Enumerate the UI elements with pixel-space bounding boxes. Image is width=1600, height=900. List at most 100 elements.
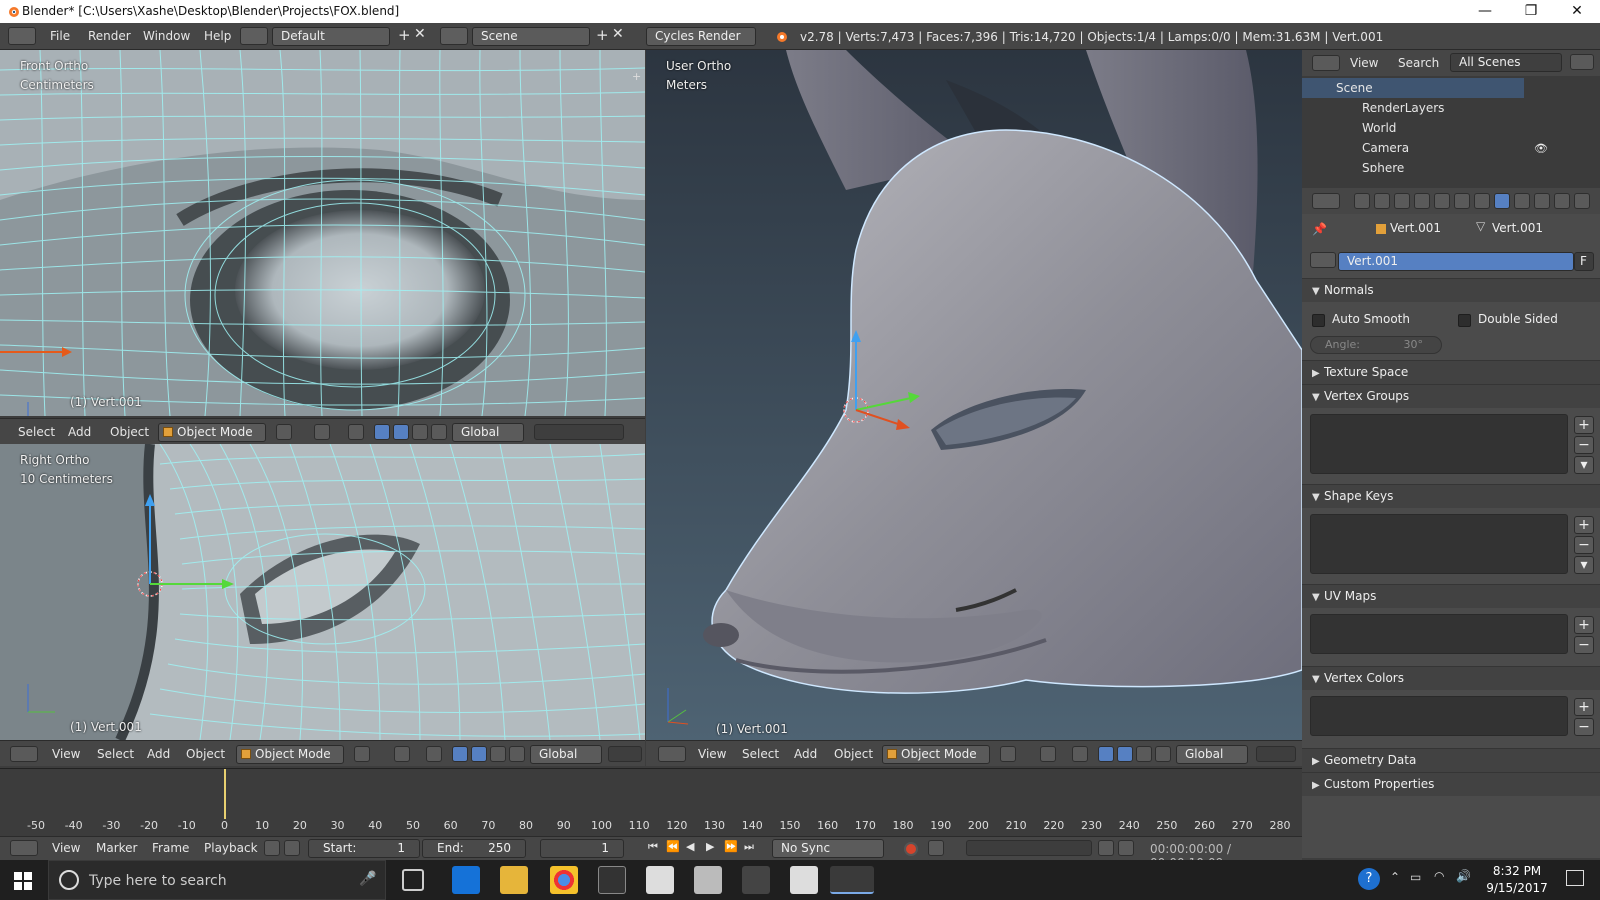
double-sided-checkbox[interactable] [1458,314,1471,327]
menu-help[interactable]: Help [204,29,231,43]
panel-uv-maps[interactable]: ▼ UV Maps [1302,584,1600,608]
auto-smooth-checkbox[interactable] [1312,314,1325,327]
outliner-item-scene[interactable]: Scene [1302,78,1524,98]
menu-add[interactable]: Add [147,747,170,761]
shape-keys-list[interactable] [1310,514,1568,574]
editor-type-icon[interactable] [1312,55,1340,71]
visibility-eye-icon[interactable]: 👁 [1534,142,1548,155]
volume-icon[interactable]: 🔊 [1456,869,1471,883]
uv-maps-list[interactable] [1310,614,1568,654]
shading-icon[interactable] [1000,746,1016,762]
tab-world-icon[interactable] [1414,193,1430,209]
mode-select[interactable]: Object Mode [158,423,266,442]
snap-icon[interactable] [431,424,447,440]
vertex-color-remove-button[interactable]: − [1574,718,1594,736]
layout-field[interactable]: Default [272,27,390,46]
start-frame-field[interactable]: Start: 1 [308,839,420,858]
rotate-icon[interactable] [393,424,409,440]
menu-add[interactable]: Add [68,425,91,439]
shape-key-specials-button[interactable]: ▾ [1574,556,1594,574]
tab-material-icon[interactable] [1514,193,1530,209]
tab-scene-icon[interactable] [1394,193,1410,209]
transform-orientation-select[interactable]: Global [530,745,602,764]
manipulator-icon[interactable] [426,746,442,762]
clock-time[interactable]: 8:32 PM [1486,864,1548,878]
scene-icon[interactable] [440,27,468,45]
outliner-item-camera[interactable]: Camera [1302,138,1592,158]
menu-object[interactable]: Object [186,747,225,761]
mail-icon[interactable] [790,866,818,894]
current-frame-field[interactable]: 1 [540,839,624,858]
editor-type-icon[interactable] [658,746,686,762]
wifi-icon[interactable]: ◠ [1434,869,1444,883]
record-icon[interactable] [904,842,918,856]
prev-keyframe-icon[interactable]: ⏪ [666,840,680,853]
close-button[interactable]: ✕ [1554,0,1600,23]
viewport-corner-icon[interactable]: + [632,70,641,83]
insert-keyframe-icon[interactable] [1098,840,1114,856]
menu-view[interactable]: View [52,747,80,761]
editor-type-icon[interactable] [10,746,38,762]
menu-select[interactable]: Select [18,425,55,439]
pivot-icon[interactable] [394,746,410,762]
preview-range-icon[interactable] [264,840,280,856]
menu-marker[interactable]: Marker [96,841,137,855]
active-keying-set-field[interactable] [966,840,1092,856]
windows-start-icon[interactable] [14,872,32,890]
scale-icon[interactable] [490,746,506,762]
sync-mode-select[interactable]: No Sync [772,839,884,858]
search-icon[interactable] [1570,54,1594,70]
pin-icon[interactable]: 📌 [1312,222,1327,236]
mesh-name-field[interactable]: Vert.001 [1338,252,1574,271]
tab-constraints-icon[interactable] [1454,193,1470,209]
editor-type-icon[interactable] [8,27,36,45]
panel-shape-keys[interactable]: ▼ Shape Keys [1302,484,1600,508]
scale-icon[interactable] [412,424,428,440]
shape-key-add-button[interactable]: + [1574,516,1594,534]
translate-icon[interactable] [374,424,390,440]
render-engine-select[interactable]: Cycles Render [646,27,756,46]
angle-field[interactable]: Angle: 30° [1310,336,1442,354]
menu-object[interactable]: Object [834,747,873,761]
minimize-button[interactable]: — [1462,0,1508,23]
editor-type-icon[interactable] [10,840,38,856]
action-center-icon[interactable] [1566,870,1584,886]
vertex-color-add-button[interactable]: + [1574,698,1594,716]
tab-render-icon[interactable] [1354,193,1370,209]
uv-map-add-button[interactable]: + [1574,616,1594,634]
menu-playback[interactable]: Playback [204,841,258,855]
menu-frame[interactable]: Frame [152,841,189,855]
pivot-icon[interactable] [314,424,330,440]
remove-layout-icon[interactable]: ✕ [414,26,426,42]
outliner-filter-select[interactable]: All Scenes [1450,53,1562,72]
snap-icon[interactable] [509,746,525,762]
rotate-icon[interactable] [1117,746,1133,762]
mode-select[interactable]: Object Mode [882,745,990,764]
menu-add[interactable]: Add [794,747,817,761]
outliner-item-renderlayers[interactable]: RenderLayers [1302,98,1592,118]
delete-keyframe-icon[interactable] [1118,840,1134,856]
vertex-group-add-button[interactable]: + [1574,416,1594,434]
snap-icon[interactable] [1155,746,1171,762]
vertex-colors-list[interactable] [1310,696,1568,736]
add-layout-icon[interactable]: + [398,26,411,44]
shape-key-remove-button[interactable]: − [1574,536,1594,554]
play-icon[interactable]: ▶ [706,840,714,853]
keying-set-icon[interactable] [928,840,944,856]
menu-render[interactable]: Render [88,29,131,43]
scale-icon[interactable] [1136,746,1152,762]
outliner-item-world[interactable]: World [1302,118,1592,138]
layers-grid[interactable] [608,746,642,762]
screen-layout-icon[interactable] [240,27,268,45]
vertex-groups-list[interactable] [1310,414,1568,474]
outliner-menu-search[interactable]: Search [1398,56,1439,70]
add-scene-icon[interactable]: + [596,26,609,44]
mode-select[interactable]: Object Mode [236,745,344,764]
menu-file[interactable]: File [50,29,70,43]
outliner-menu-view[interactable]: View [1350,56,1378,70]
remove-scene-icon[interactable]: ✕ [612,26,624,42]
panel-normals[interactable]: ▼ Normals [1302,278,1600,302]
menu-select[interactable]: Select [97,747,134,761]
manipulator-icon[interactable] [1072,746,1088,762]
help-icon[interactable]: ? [1358,868,1380,890]
